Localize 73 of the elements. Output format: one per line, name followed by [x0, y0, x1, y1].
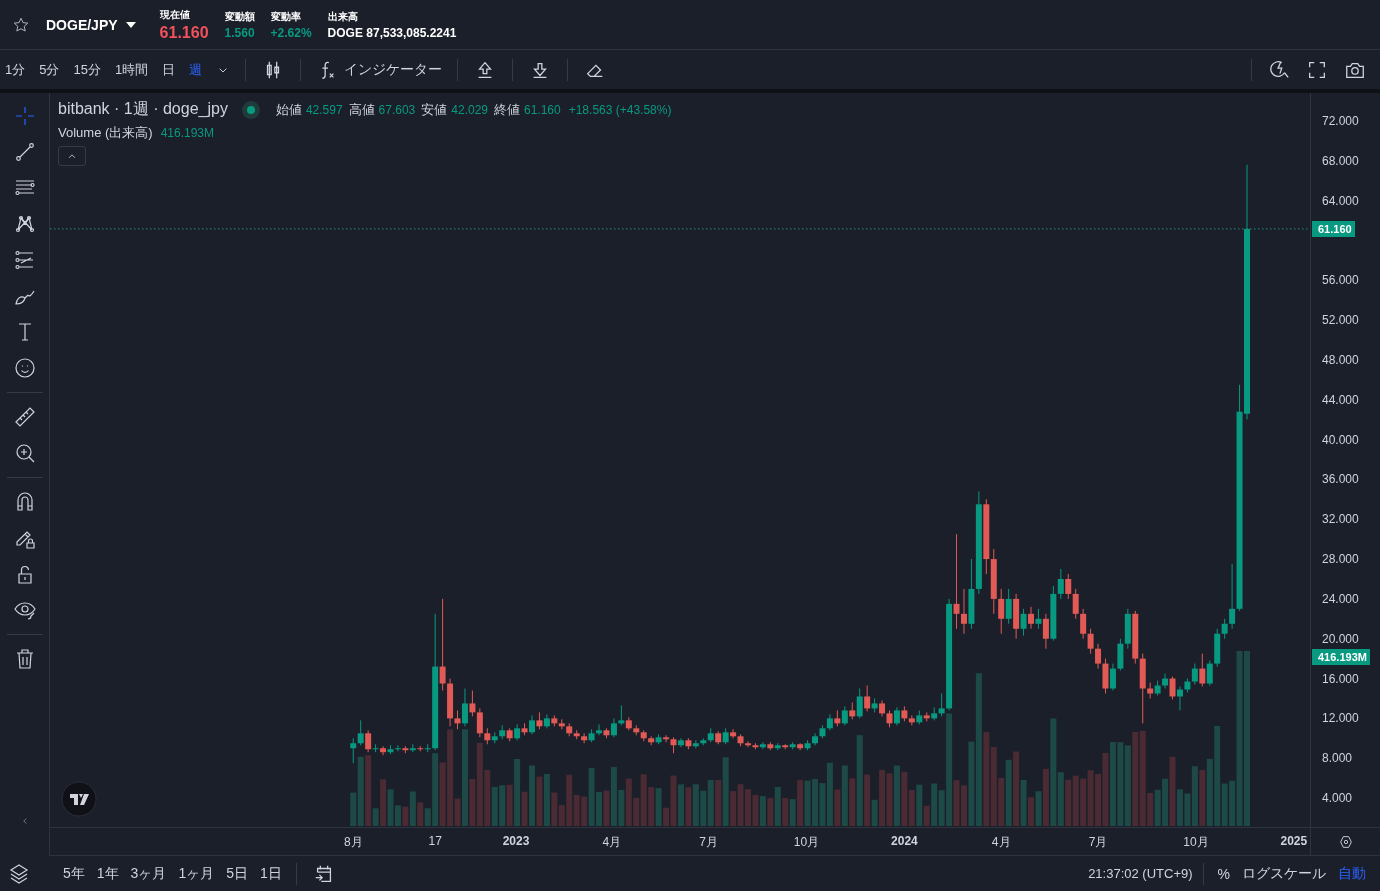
indicators-button[interactable]: インジケーター: [311, 54, 448, 85]
status-dot: [241, 100, 260, 119]
price-label: 72.000: [1322, 112, 1359, 129]
caret-icon: [125, 21, 136, 28]
price-label: 40.000: [1322, 431, 1359, 448]
ohlc-label: 安値: [421, 100, 448, 119]
time-label: 7月: [1087, 834, 1109, 851]
time-label: 4月: [601, 834, 623, 851]
range-button[interactable]: 1ヶ月: [174, 862, 219, 885]
price-label: 32.000: [1322, 511, 1359, 528]
time-label: 10月: [792, 834, 821, 851]
interval-tab[interactable]: 5分: [34, 56, 65, 83]
range-button[interactable]: 5年: [59, 862, 89, 885]
range-button[interactable]: 1年: [92, 862, 123, 885]
price-label: 36.000: [1322, 471, 1359, 488]
stat-label: 出来高: [327, 9, 359, 24]
ohlc-label: 終値: [494, 100, 520, 119]
log-scale-button[interactable]: ログスケール: [1238, 862, 1330, 885]
price-label: 20.000: [1322, 630, 1359, 647]
range-button[interactable]: 3ヶ月: [126, 862, 171, 885]
interval-tab[interactable]: 15分: [68, 56, 106, 83]
settings-icon[interactable]: [1337, 833, 1354, 850]
time-label: 10月: [1182, 834, 1210, 851]
price-label: 24.000: [1322, 590, 1359, 607]
range-button[interactable]: 5日: [222, 862, 252, 885]
ohlc-value: 67.603: [378, 102, 416, 117]
time-label: 2023: [501, 834, 531, 848]
price-change: +18.563 (+43.58%): [568, 102, 672, 117]
stat-label: 変動率: [270, 9, 302, 24]
price-label: 68.000: [1322, 152, 1359, 169]
chart-title: bitbank · 1週 · doge_jpy: [58, 99, 228, 119]
price-label: 16.000: [1322, 670, 1359, 687]
stat-value: +2.62%: [270, 25, 312, 40]
stat-value: 61.160: [159, 23, 209, 42]
time-label: 4月: [990, 834, 1012, 851]
quick-search-icon[interactable]: [1268, 58, 1290, 81]
range-button[interactable]: 1日: [256, 862, 286, 885]
price-label: 4.000: [1322, 790, 1353, 806]
ohlc-value: 61.160: [524, 102, 561, 117]
time-label: 7月: [698, 834, 719, 851]
emoji-icon[interactable]: [12, 356, 37, 380]
price-label: 48.000: [1322, 351, 1359, 368]
clock-time: 21:37:02 (UTC+9): [1088, 866, 1193, 881]
time-label: 2024: [890, 834, 919, 848]
percent-button[interactable]: %: [1213, 863, 1234, 884]
volume-label: Volume (出来高): [58, 124, 153, 142]
stat-value: DOGE 87,533,085.2241: [327, 25, 457, 40]
interval-tab[interactable]: 1時間: [109, 56, 154, 83]
logo-icon[interactable]: [61, 781, 97, 817]
last-price-tag: 61.160: [1312, 220, 1355, 237]
ohlc-label: 高値: [348, 100, 375, 119]
symbol-selector[interactable]: DOGE/JPY: [46, 16, 136, 33]
stat-label: 現在値: [159, 7, 191, 22]
time-label: 8月: [342, 834, 364, 851]
star-icon[interactable]: [12, 15, 30, 34]
ohlc-value: 42.597: [305, 102, 343, 117]
price-label: 8.000: [1322, 750, 1353, 767]
ohlc-label: 始値: [275, 100, 302, 119]
ohlc-value: 42.029: [451, 102, 488, 117]
price-label: 28.000: [1322, 551, 1359, 568]
stat-value: 1.560: [224, 25, 255, 40]
time-label: 2025: [1279, 834, 1309, 848]
price-label: 64.000: [1322, 192, 1359, 209]
price-label: 44.000: [1322, 391, 1359, 408]
volume-value: 416.193M: [160, 126, 214, 140]
stat-label: 変動額: [224, 9, 255, 24]
price-label: 56.000: [1322, 272, 1359, 289]
price-label: 12.000: [1322, 710, 1359, 727]
interval-tab[interactable]: 日: [157, 56, 181, 83]
time-label: 17: [427, 834, 443, 848]
volume-tag: 416.193M: [1312, 649, 1370, 665]
price-label: 52.000: [1322, 312, 1359, 329]
interval-tab[interactable]: 1分: [0, 56, 31, 83]
